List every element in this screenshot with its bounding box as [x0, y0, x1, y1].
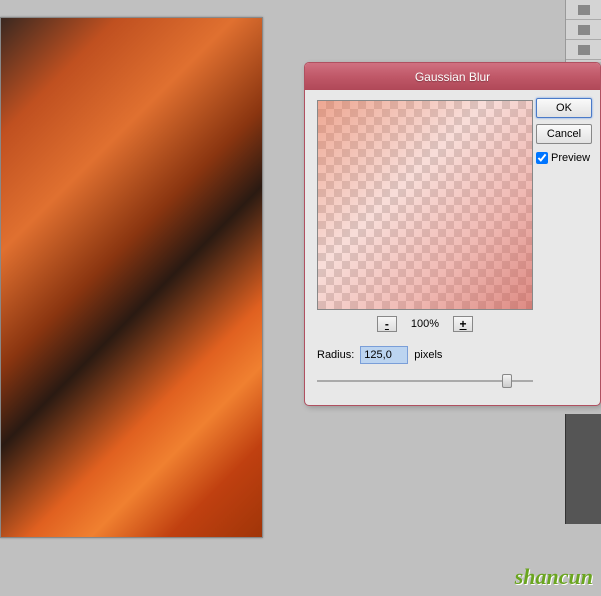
radius-row: Radius: pixels: [317, 346, 588, 364]
zoom-value: 100%: [411, 318, 439, 330]
panel-icon[interactable]: [578, 25, 590, 35]
dialog-body: - 100% + Radius: pixels OK Cancel Previe…: [305, 90, 600, 405]
canvas-image: [1, 18, 262, 537]
radius-label: Radius:: [317, 349, 354, 361]
watermark-text: shancun: [515, 564, 593, 589]
cancel-button[interactable]: Cancel: [536, 124, 592, 144]
play-icon[interactable]: [578, 45, 590, 55]
dialog-titlebar[interactable]: Gaussian Blur: [305, 63, 600, 90]
preview-checkbox-label: Preview: [551, 152, 590, 164]
ok-button[interactable]: OK: [536, 98, 592, 118]
dialog-buttons: OK Cancel Preview: [536, 98, 592, 164]
preview-content: [318, 101, 532, 309]
preview-checkbox-row[interactable]: Preview: [536, 152, 592, 164]
zoom-out-button[interactable]: -: [377, 316, 397, 332]
dialog-title: Gaussian Blur: [415, 70, 490, 84]
radius-unit: pixels: [414, 349, 442, 361]
slider-thumb[interactable]: [502, 374, 512, 388]
zoom-in-button[interactable]: +: [453, 316, 473, 332]
slider-track: [317, 380, 533, 382]
document-canvas[interactable]: [0, 17, 263, 538]
preview-checkbox[interactable]: [536, 152, 548, 164]
radius-input[interactable]: [360, 346, 408, 364]
watermark: shancun: [515, 564, 593, 590]
right-tool-panel: [565, 0, 601, 62]
swatches-icon[interactable]: [578, 5, 590, 15]
zoom-controls: - 100% +: [317, 316, 533, 332]
minimized-panel[interactable]: [565, 414, 601, 524]
preview-box[interactable]: [317, 100, 533, 310]
gaussian-blur-dialog: Gaussian Blur - 100% + Radius: pixels OK…: [304, 62, 601, 406]
radius-slider[interactable]: [317, 374, 533, 388]
